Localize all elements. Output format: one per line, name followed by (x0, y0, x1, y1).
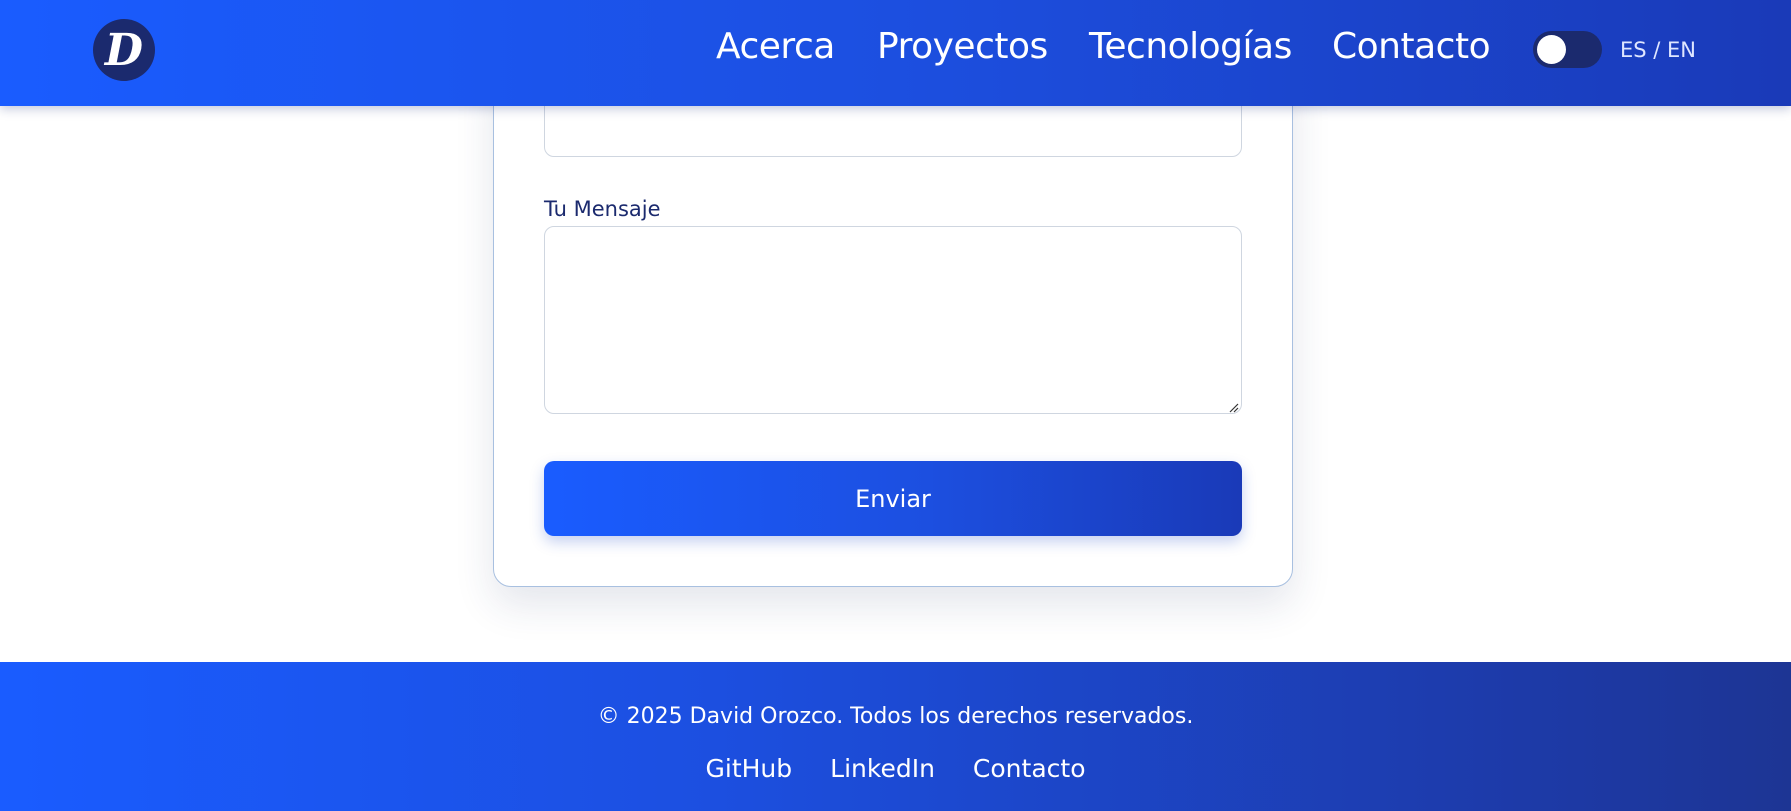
page: Tu Mensaje Enviar D Acerca Proyectos Tec… (0, 0, 1791, 811)
main-nav: Acerca Proyectos Tecnologías Contacto (0, 0, 1791, 101)
nav-item-contacto[interactable]: Contacto (1332, 26, 1491, 67)
theme-toggle[interactable] (1533, 31, 1602, 68)
toggle-knob (1537, 35, 1566, 64)
message-textarea[interactable] (544, 226, 1242, 414)
message-label: Tu Mensaje (544, 197, 661, 221)
nav-item-acerca[interactable]: Acerca (716, 26, 835, 67)
submit-button[interactable]: Enviar (544, 461, 1242, 536)
nav-item-proyectos[interactable]: Proyectos (877, 26, 1048, 67)
footer-link-contacto[interactable]: Contacto (973, 754, 1086, 783)
nav-item-tecnologias[interactable]: Tecnologías (1089, 26, 1292, 67)
language-switch[interactable]: ES / EN (1620, 38, 1696, 62)
site-footer: © 2025 David Orozco. Todos los derechos … (0, 662, 1791, 811)
resize-grip-icon[interactable] (1227, 401, 1239, 413)
copyright-text: © 2025 David Orozco. Todos los derechos … (597, 704, 1194, 729)
footer-link-github[interactable]: GitHub (706, 754, 793, 783)
site-header: D Acerca Proyectos Tecnologías Contacto … (0, 0, 1791, 106)
footer-links: GitHub LinkedIn Contacto (0, 754, 1791, 783)
footer-link-linkedin[interactable]: LinkedIn (830, 754, 935, 783)
